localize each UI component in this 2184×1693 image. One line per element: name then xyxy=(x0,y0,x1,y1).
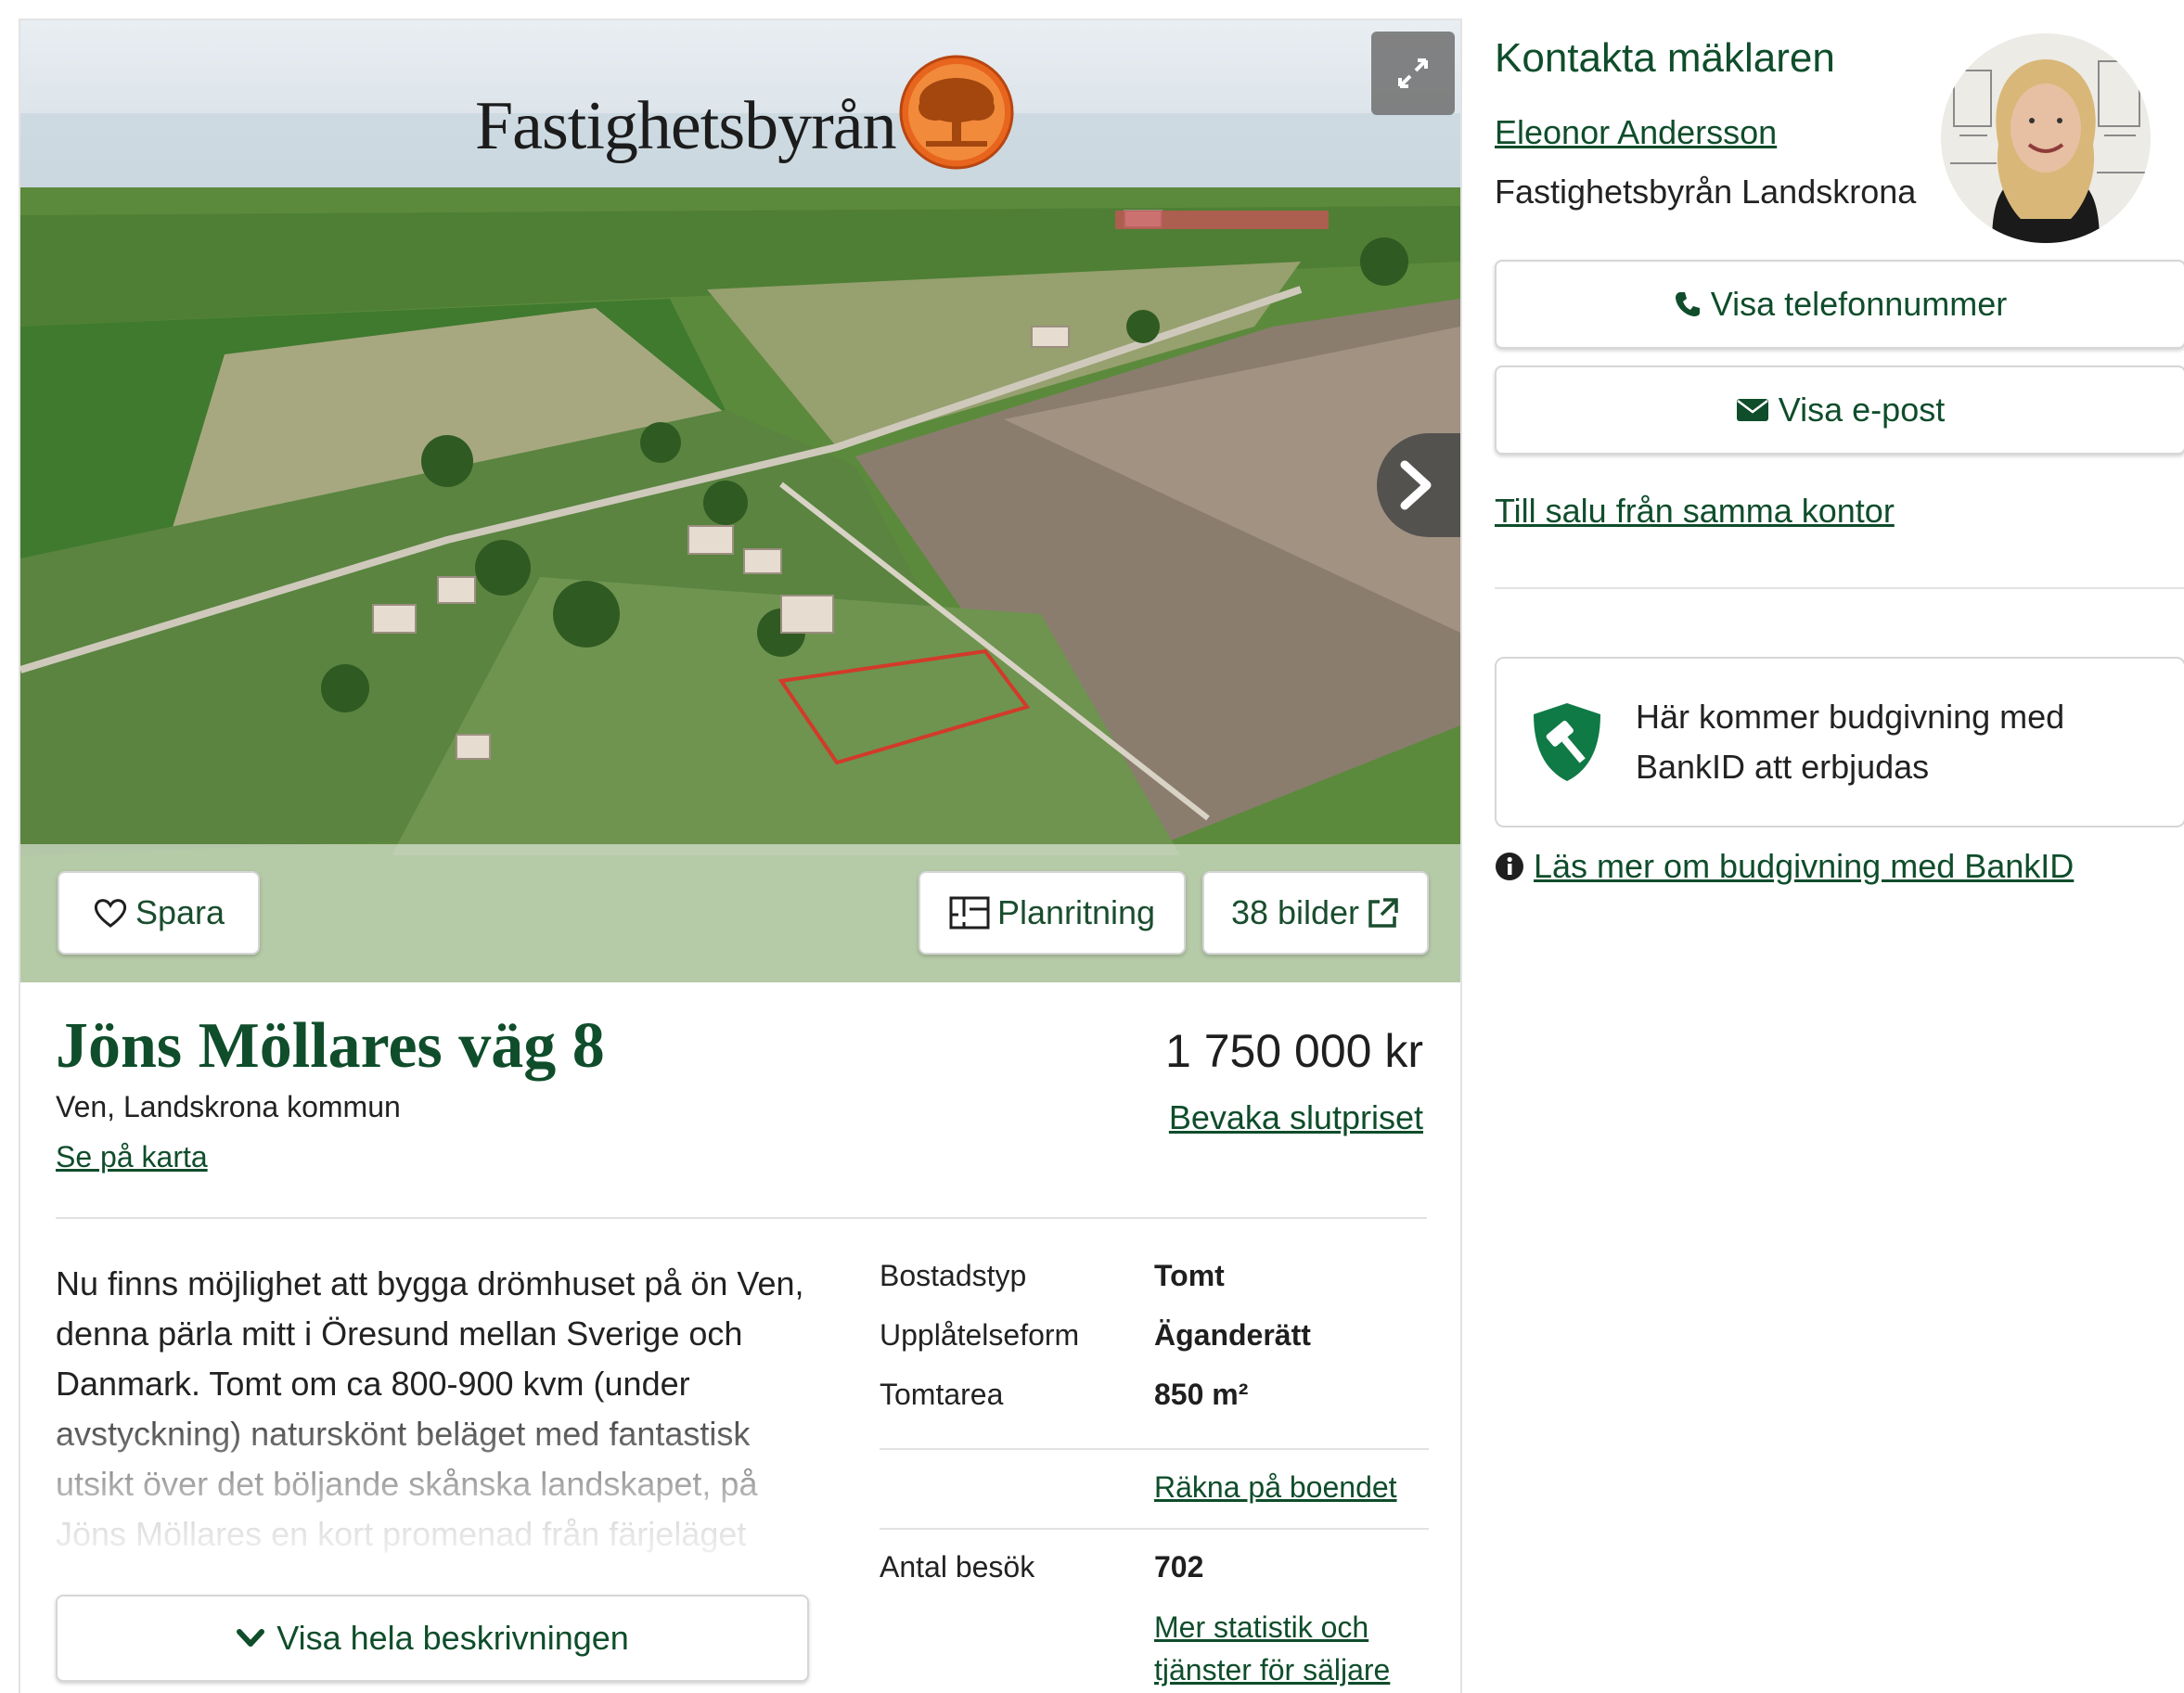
floorplan-button[interactable]: Planritning xyxy=(919,871,1186,955)
fact-value: 702 xyxy=(1154,1550,1204,1584)
oak-tree-logo-icon xyxy=(899,55,1014,170)
images-count-label: 38 bilder xyxy=(1230,893,1360,931)
seller-statistics-link-line1: Mer statistik och xyxy=(1154,1610,1369,1644)
show-email-label: Visa e-post xyxy=(1778,391,1946,429)
fact-row-type: Bostadstyp Tomt xyxy=(880,1259,1429,1305)
fact-key: Antal besök xyxy=(880,1550,1035,1584)
info-icon xyxy=(1496,853,1523,880)
show-full-description-button[interactable]: Visa hela beskrivningen xyxy=(56,1595,809,1682)
seller-statistics-link[interactable]: Mer statistik och tjänster för säljare xyxy=(1154,1606,1390,1691)
save-button[interactable]: Spara xyxy=(58,871,260,955)
fact-row-visits: Antal besök 702 xyxy=(880,1550,1429,1597)
fact-row-tenure: Upplåtelseform Äganderätt xyxy=(880,1318,1429,1365)
show-full-description-label: Visa hela beskrivningen xyxy=(276,1619,629,1657)
watch-final-price-link[interactable]: Bevaka slutpriset xyxy=(1169,1098,1423,1137)
fact-key: Bostadstyp xyxy=(880,1259,1027,1292)
bankid-info[interactable]: Läs mer om budgivning med BankID xyxy=(1495,847,2074,886)
heart-icon xyxy=(94,899,127,928)
phone-icon xyxy=(1675,292,1700,316)
image-gallery[interactable]: Fastighetsbyrån Spara Planritning 38 bil… xyxy=(20,20,1460,982)
fullscreen-button[interactable] xyxy=(1371,32,1455,115)
seller-statistics-link-line2: tjänster för säljare xyxy=(1154,1653,1391,1687)
show-phone-button[interactable]: Visa telefonnummer xyxy=(1495,260,2184,349)
chevron-right-icon xyxy=(1400,460,1432,510)
floorplan-label: Planritning xyxy=(996,893,1156,931)
calculate-living-cost-link[interactable]: Räkna på boendet xyxy=(1154,1470,1397,1505)
agent-name-link[interactable]: Eleonor Andersson xyxy=(1495,113,1777,152)
fact-key: Tomtarea xyxy=(880,1378,1004,1411)
show-phone-label: Visa telefonnummer xyxy=(1710,285,2008,323)
expand-icon xyxy=(1398,58,1428,88)
divider xyxy=(880,1528,1429,1530)
fact-value: 850 m² xyxy=(1154,1378,1249,1411)
broker-logo-text: Fastighetsbyrån xyxy=(475,88,897,164)
divider xyxy=(1495,587,2184,589)
listing-card: Fastighetsbyrån Spara Planritning 38 bil… xyxy=(19,19,1462,1693)
save-label: Spara xyxy=(135,893,225,931)
map-link[interactable]: Se på karta xyxy=(56,1140,208,1174)
external-link-icon xyxy=(1368,898,1398,928)
bankid-info-link[interactable]: Läs mer om budgivning med BankID xyxy=(1534,847,2074,886)
office-listings-link[interactable]: Till salu från samma kontor xyxy=(1495,492,1895,531)
description-fade xyxy=(56,1393,826,1579)
fact-key: Upplåtelseform xyxy=(880,1318,1080,1352)
asking-price: 1 750 000 kr xyxy=(1165,1025,1423,1077)
bankid-notice: Här kommer budgivning med BankID att erb… xyxy=(1495,657,2184,827)
fact-row-plot-area: Tomtarea 850 m² xyxy=(880,1378,1429,1424)
envelope-icon xyxy=(1736,399,1768,421)
fact-value: Äganderätt xyxy=(1154,1318,1311,1352)
agent-office: Fastighetsbyrån Landskrona xyxy=(1495,173,1917,211)
divider xyxy=(56,1217,1427,1219)
show-email-button[interactable]: Visa e-post xyxy=(1495,366,2184,455)
avatar xyxy=(1941,33,2151,243)
divider xyxy=(880,1448,1429,1450)
property-title: Jöns Möllares väg 8 xyxy=(56,1010,605,1082)
fact-value: Tomt xyxy=(1154,1259,1225,1292)
bankid-notice-text: Här kommer budgivning med BankID att erb… xyxy=(1636,698,2065,786)
chevron-down-icon xyxy=(237,1629,265,1647)
property-location: Ven, Landskrona kommun xyxy=(56,1090,401,1123)
contact-agent-heading: Kontakta mäklaren xyxy=(1495,35,1835,81)
floorplan-icon xyxy=(949,896,990,930)
shield-gavel-icon xyxy=(1534,703,1600,781)
all-images-button[interactable]: 38 bilder xyxy=(1202,871,1429,955)
